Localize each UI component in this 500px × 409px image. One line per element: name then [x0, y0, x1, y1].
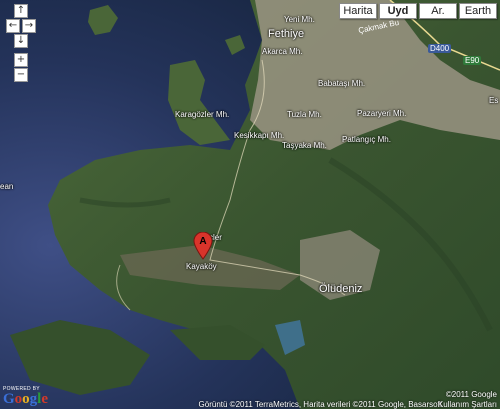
label-yeni: Yeni Mh.: [284, 15, 315, 24]
pan-left-button[interactable]: ←: [6, 19, 20, 33]
label-es: Es: [489, 96, 499, 105]
copyright-text: ©2011 Google: [445, 390, 497, 399]
label-tasyaka: Taşyaka Mh.: [282, 141, 327, 150]
label-pazaryeri: Pazaryeri Mh.: [357, 109, 407, 118]
imagery-attribution: Görüntü ©2011 TerraMetrics, Harita veril…: [198, 400, 442, 409]
map-type-control: Harita Uyd Ar. Earth: [339, 3, 497, 19]
label-akarca: Akarca Mh.: [262, 47, 303, 56]
label-oludeniz: Ölüdeniz: [319, 283, 363, 295]
zoom-in-button[interactable]: +: [14, 53, 28, 67]
label-ean: ean: [0, 182, 14, 191]
google-logo-text: Google: [3, 391, 49, 407]
terms-link[interactable]: Kullanım Şartları: [438, 400, 497, 409]
map-type-uydu[interactable]: Uyd: [379, 3, 417, 19]
label-babatasi: Babataşı Mh.: [318, 79, 366, 88]
google-logo[interactable]: POWERED BY Google: [3, 386, 48, 407]
map-canvas[interactable]: ↑ ← → ↓ + − Harita Uyd Ar. Earth Yeni Mh…: [0, 0, 500, 409]
pan-down-button[interactable]: ↓: [14, 34, 28, 48]
location-marker[interactable]: A: [193, 231, 213, 260]
label-kayakoy: Kayaköy: [186, 262, 217, 271]
satellite-imagery: [0, 0, 500, 409]
label-karagozler: Karagözler Mh.: [175, 110, 230, 119]
map-type-harita[interactable]: Harita: [339, 3, 377, 19]
marker-letter: A: [199, 236, 206, 247]
pan-up-button[interactable]: ↑: [14, 4, 28, 18]
road-shield-e90: E90: [463, 56, 482, 65]
label-tuzla: Tuzla Mh.: [287, 110, 322, 119]
label-patlangic: Patlangıç Mh.: [342, 135, 391, 144]
label-kesikkapi: Kesikkapı Mh.: [234, 131, 285, 140]
map-type-earth[interactable]: Earth: [459, 3, 497, 19]
road-shield-d400: D400: [428, 44, 452, 53]
zoom-out-button[interactable]: −: [14, 68, 28, 82]
map-type-arazi[interactable]: Ar.: [419, 3, 457, 19]
label-fethiye: Fethiye: [268, 28, 305, 40]
pan-right-button[interactable]: →: [22, 19, 36, 33]
marker-pin-icon: A: [193, 231, 213, 260]
